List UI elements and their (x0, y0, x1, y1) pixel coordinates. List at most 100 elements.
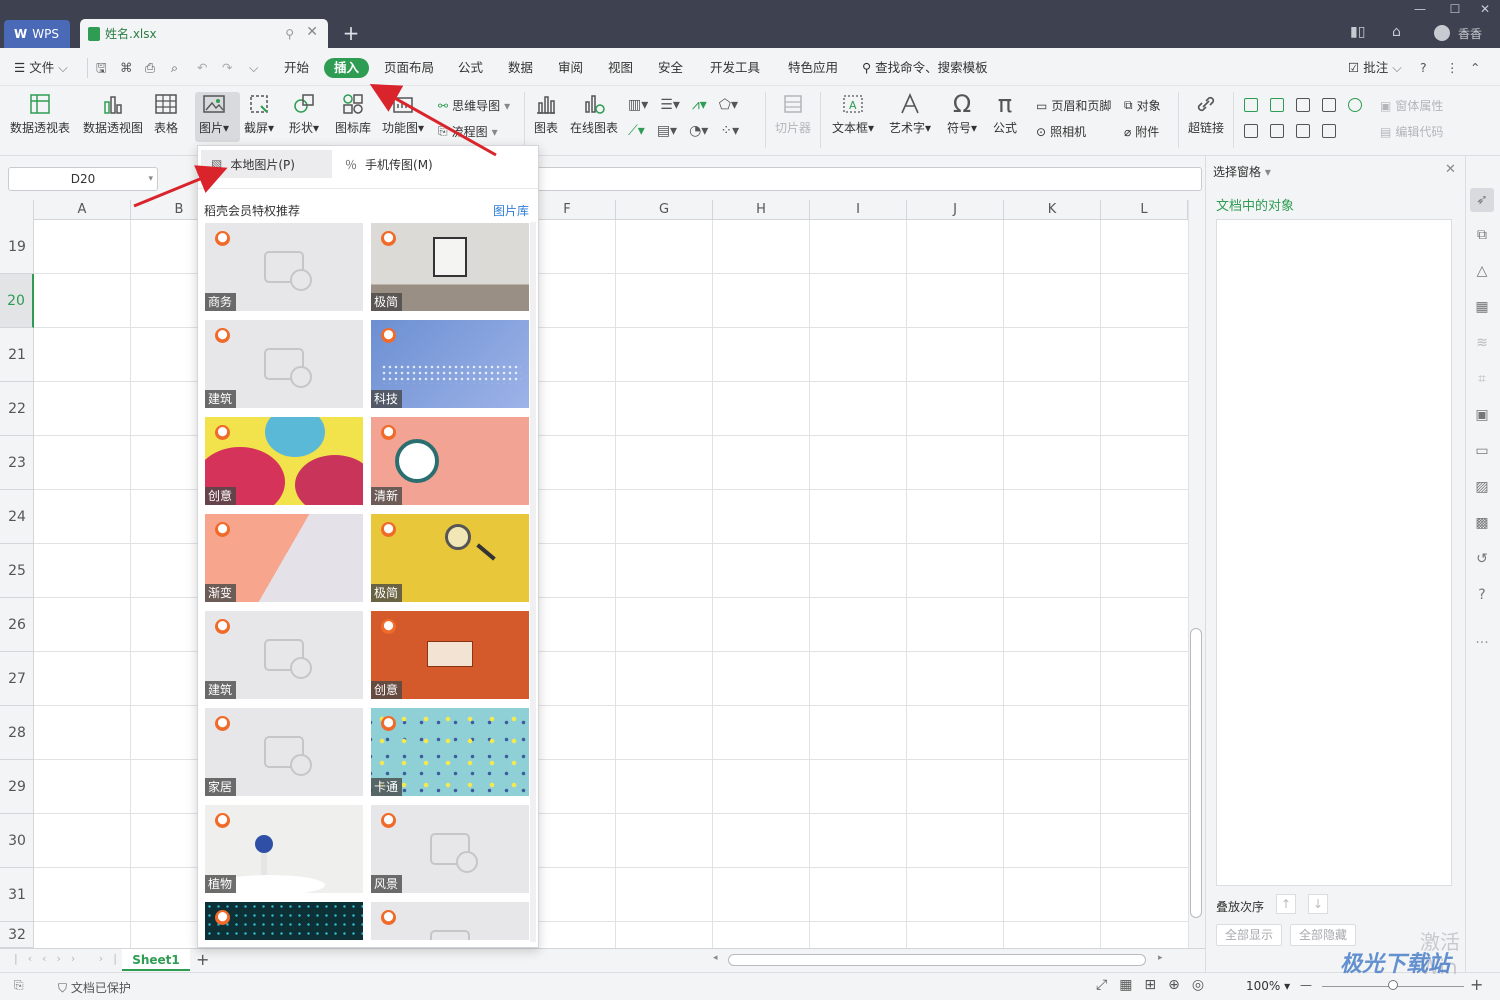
image-icon[interactable]: ▨ (1473, 478, 1491, 496)
form-controls-row-2[interactable] (1244, 124, 1336, 138)
macro-icon[interactable]: ⎘ (14, 978, 24, 993)
hide-all-button[interactable]: 全部隐藏 (1290, 924, 1357, 946)
mind-map-button[interactable]: ⚯ 思维导图 ▾ (438, 97, 510, 114)
zoom-out-icon[interactable]: — (1300, 978, 1312, 992)
comment-button[interactable]: ☑ 批注 ⌵ (1348, 58, 1402, 78)
zoom-level[interactable]: 100% ▾ (1246, 979, 1290, 993)
scroll-right-icon[interactable]: ▸ (1158, 953, 1163, 963)
skin-icon[interactable]: ⌂ (1392, 24, 1401, 40)
template-thumbnail[interactable]: ⬤ (205, 902, 363, 940)
menu-review[interactable]: 审阅 (558, 58, 583, 78)
wps-home-tab[interactable]: W WPS (4, 20, 70, 48)
view-mode-icons[interactable]: ⤢▦⊞⊕◎ (1096, 977, 1216, 993)
menu-developer[interactable]: 开发工具 (710, 58, 760, 78)
column-header-g[interactable]: G (616, 200, 713, 220)
hyperlink-button[interactable]: 超链接 (1188, 92, 1224, 136)
sheet-tab-sheet1[interactable]: Sheet1 (122, 949, 190, 971)
form-controls-row-1[interactable] (1244, 98, 1362, 112)
show-all-button[interactable]: 全部显示 (1216, 924, 1283, 946)
row-header-23[interactable]: 23 (0, 436, 34, 490)
column-header-i[interactable]: I (810, 200, 907, 220)
selection-pane-title[interactable]: 选择窗格 ▾ (1213, 163, 1271, 180)
row-header-25[interactable]: 25 (0, 544, 34, 598)
template-thumbnail[interactable]: ⬤ (371, 902, 529, 940)
row-header-24[interactable]: 24 (0, 490, 34, 544)
help-icon[interactable]: ? (1420, 58, 1427, 78)
template-thumbnail[interactable]: ⬤ 家居 (205, 708, 363, 796)
more-icon[interactable]: ⋮ (1446, 58, 1459, 78)
column-header-k[interactable]: K (1004, 200, 1101, 220)
file-menu[interactable]: ☰ 文件 ⌵ (14, 58, 68, 78)
template-thumbnail[interactable]: ⬤ 商务 (205, 223, 363, 311)
menu-page-layout[interactable]: 页面布局 (384, 58, 434, 78)
row-header-27[interactable]: 27 (0, 652, 34, 706)
column-header-h[interactable]: H (713, 200, 810, 220)
slicer-button[interactable]: 切片器 (775, 92, 811, 136)
history-icon[interactable]: ↺ (1473, 550, 1491, 568)
table-icon[interactable]: ▦ (1473, 298, 1491, 316)
template-thumbnail[interactable]: ⬤ 渐变 (205, 514, 363, 602)
textbox-button[interactable]: A 文本框▾ (832, 92, 874, 136)
avatar[interactable] (1434, 25, 1450, 41)
row-header-19[interactable]: 19 (0, 220, 34, 274)
template-thumbnail[interactable]: ⬤ 极简 (371, 514, 529, 602)
template-thumbnail[interactable]: ⬤ 科技 (371, 320, 529, 408)
symbol-button[interactable]: Ω 符号▾ (947, 92, 977, 136)
row-header-22[interactable]: 22 (0, 382, 34, 436)
pivot-table-button[interactable]: 数据透视表 (10, 92, 70, 136)
chart-button[interactable]: 图表 (534, 92, 558, 136)
command-search[interactable]: ⚲ 查找命令、搜索模板 (862, 58, 988, 78)
row-header-28[interactable]: 28 (0, 706, 34, 760)
row-header-26[interactable]: 26 (0, 598, 34, 652)
template-thumbnail[interactable]: ⬤ 植物 (205, 805, 363, 893)
adjust-icon[interactable]: ≋ (1473, 334, 1491, 352)
local-picture-option[interactable]: ▧ 本地图片(P) (201, 150, 332, 178)
print-preview-icon[interactable]: ⌕ (171, 58, 178, 78)
menu-home[interactable]: 开始 (284, 58, 309, 78)
chart-types-row-1[interactable]: ▥▾ ☰▾ ⩘▾ ⬠▾ (628, 97, 738, 113)
row-header-29[interactable]: 29 (0, 760, 34, 814)
scroll-left-icon[interactable]: ◂ (713, 953, 718, 963)
horizontal-scroll-thumb[interactable] (728, 954, 1146, 966)
function-chart-button[interactable]: 功能图▾ (382, 92, 424, 136)
collapse-ribbon-icon[interactable]: ⌃ (1470, 58, 1480, 78)
object-button[interactable]: ⧉ 对象 (1124, 97, 1161, 114)
template-thumbnail[interactable]: ⬤ 卡通 (371, 708, 529, 796)
row-header-31[interactable]: 31 (0, 868, 34, 922)
photo-icon[interactable]: ▩ (1473, 514, 1491, 532)
phone-picture-option[interactable]: ％ 手机传图(M) (345, 150, 433, 178)
chart-types-row-2[interactable]: ⟋▾ ▤▾ ◔▾ ⁘▾ (628, 123, 739, 139)
attachment-button[interactable]: ⌀ 附件 (1124, 123, 1159, 140)
bring-forward-icon[interactable]: ↑ (1276, 894, 1296, 914)
dropdown-scrollbar[interactable] (530, 222, 536, 942)
row-header-30[interactable]: 30 (0, 814, 34, 868)
wordart-button[interactable]: 艺术字▾ (889, 92, 931, 136)
style-icon[interactable]: △ (1473, 262, 1491, 280)
document-protected-status[interactable]: ⛉ 文档已保护 (58, 979, 131, 996)
close-tab-icon[interactable]: ✕ (306, 24, 318, 40)
minimize-icon[interactable]: — (1405, 0, 1435, 18)
formula-button[interactable]: π 公式 (993, 92, 1017, 136)
menu-security[interactable]: 安全 (658, 58, 683, 78)
gallery-icon[interactable]: ▣ (1473, 406, 1491, 424)
document-tab[interactable]: 姓名.xlsx ⚲ ✕ (80, 19, 328, 48)
table-button[interactable]: 表格 (154, 92, 178, 136)
template-thumbnail[interactable]: ⬤ 建筑 (205, 611, 363, 699)
column-header-j[interactable]: J (907, 200, 1004, 220)
add-sheet-button[interactable]: + (196, 950, 209, 969)
template-thumbnail[interactable]: ⬤ 极简 (371, 223, 529, 311)
template-thumbnail[interactable]: ⬤ 创意 (205, 417, 363, 505)
undo-icon[interactable]: ↶ (197, 58, 207, 78)
menu-formula[interactable]: 公式 (458, 58, 483, 78)
user-name[interactable]: 香香 (1458, 25, 1482, 42)
template-thumbnail[interactable]: ⬤ 创意 (371, 611, 529, 699)
menu-view[interactable]: 视图 (608, 58, 633, 78)
name-box[interactable]: D20 ▾ (8, 167, 158, 191)
edit-code-button[interactable]: ▤ 编辑代码 (1380, 123, 1443, 140)
print-icon[interactable]: ⎙ (145, 58, 155, 78)
send-backward-icon[interactable]: ↓ (1308, 894, 1328, 914)
sheet-nav-arrows[interactable]: |‹‹›› ›| (14, 952, 127, 965)
new-tab-button[interactable]: + (340, 20, 362, 46)
header-footer-button[interactable]: ▭ 页眉和页脚 (1036, 97, 1111, 114)
format-painter-icon[interactable]: ⌘ (120, 58, 133, 78)
